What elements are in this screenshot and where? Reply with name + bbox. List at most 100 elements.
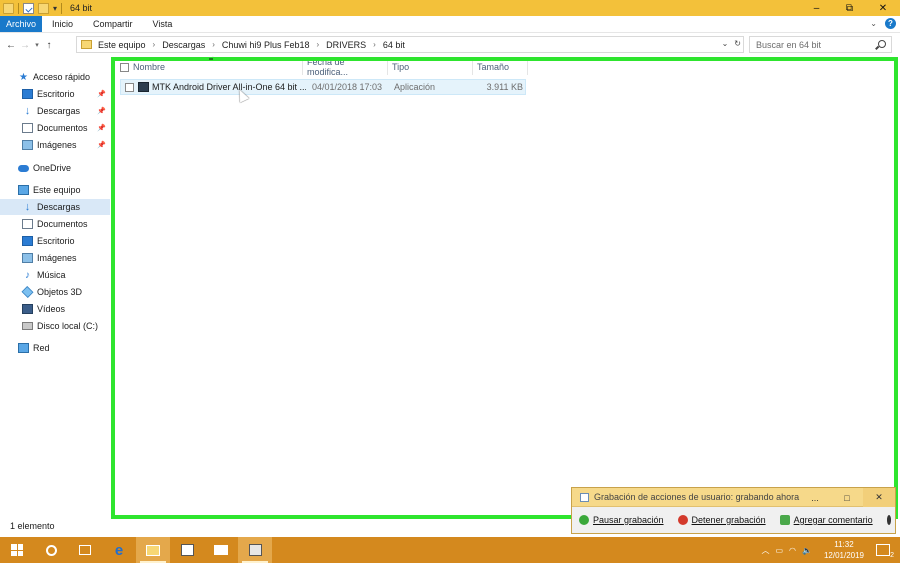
search-input[interactable]	[756, 39, 874, 50]
nav-quick-escritorio[interactable]: Escritorio 📌	[0, 86, 110, 102]
breadcrumb-separator-icon[interactable]: ›	[212, 40, 215, 49]
select-all-checkbox[interactable]	[120, 62, 129, 72]
power-icon[interactable]: ▭	[775, 546, 783, 555]
psr-maximize-button[interactable]: □	[831, 488, 863, 507]
nav-quick-descargas[interactable]: ↓ Descargas 📌	[0, 103, 110, 119]
address-bar[interactable]: Este equipo › Descargas › Chuwi hi9 Plus…	[76, 36, 744, 53]
up-arrow-icon[interactable]: ↑	[42, 40, 56, 51]
breadcrumb-item[interactable]: Chuwi hi9 Plus Feb18	[222, 40, 310, 50]
start-button[interactable]	[0, 537, 34, 563]
customize-toolbar-arrow-icon[interactable]: ▾	[53, 4, 57, 13]
nav-pc-imagenes[interactable]: Imágenes	[0, 250, 110, 266]
add-comment-button[interactable]: Agregar comentario	[779, 515, 873, 525]
cortana-circle-icon	[45, 544, 57, 556]
pin-icon[interactable]: 📌	[97, 107, 106, 115]
help-dropdown-icon[interactable]	[886, 515, 891, 525]
taskbar: e ︿ ▭ ◠ 🔈 11:32 12/01/2019 2	[0, 537, 900, 563]
file-explorer-icon	[146, 544, 160, 556]
nav-quick-documentos[interactable]: Documentos 📌	[0, 120, 110, 136]
tab-compartir[interactable]: Compartir	[83, 16, 143, 32]
cortana-button[interactable]	[34, 537, 68, 563]
file-row[interactable]: MTK Android Driver All-in-One 64 bit ...…	[120, 79, 526, 95]
file-name[interactable]: MTK Android Driver All-in-One 64 bit ...	[152, 82, 306, 92]
breadcrumb-separator-icon[interactable]: ›	[153, 40, 156, 49]
nav-label: Escritorio	[37, 89, 75, 99]
wifi-icon[interactable]: ◠	[789, 546, 796, 555]
navigation-bar: ← → ▾ ↑ Este equipo › Descargas › Chuwi …	[0, 34, 900, 56]
documents-icon	[22, 219, 33, 229]
breadcrumb-separator-icon[interactable]: ›	[316, 40, 319, 49]
column-size[interactable]: Tamaño	[473, 59, 528, 75]
nav-pc-videos[interactable]: Vídeos	[0, 301, 110, 317]
forward-arrow-icon[interactable]: →	[18, 40, 32, 51]
breadcrumb-item[interactable]: Descargas	[162, 40, 205, 50]
address-history-dropdown-icon[interactable]: ⌄	[722, 39, 729, 48]
close-button[interactable]: ✕	[866, 0, 900, 16]
pause-icon	[579, 515, 589, 525]
nav-pc-documentos[interactable]: Documentos	[0, 216, 110, 232]
new-folder-icon[interactable]	[38, 2, 49, 14]
file-type: Aplicación	[394, 82, 436, 92]
nav-label: Descargas	[37, 202, 81, 212]
search-box[interactable]	[749, 36, 892, 53]
pause-recording-button[interactable]: Pausar grabación	[579, 515, 664, 525]
restore-button[interactable]: ⧉	[833, 0, 866, 16]
taskbar-mail[interactable]	[204, 537, 238, 563]
properties-icon[interactable]	[23, 2, 34, 14]
recent-locations-dropdown-icon[interactable]: ▾	[32, 41, 42, 49]
breadcrumb-item[interactable]: Este equipo	[98, 40, 146, 50]
tab-inicio[interactable]: Inicio	[42, 16, 83, 32]
breadcrumb-item[interactable]: DRIVERS	[326, 40, 366, 50]
pin-icon[interactable]: 📌	[97, 90, 106, 98]
nav-label: Documentos	[37, 123, 88, 133]
back-arrow-icon[interactable]: ←	[4, 40, 18, 51]
network-icon	[18, 343, 29, 353]
taskbar-edge[interactable]: e	[102, 537, 136, 563]
column-label: Nombre	[133, 62, 166, 72]
tab-vista[interactable]: Vista	[143, 16, 183, 32]
show-hidden-icons-chevron-icon[interactable]: ︿	[761, 545, 769, 556]
clock-time: 11:32	[834, 540, 854, 549]
taskbar-steps-recorder[interactable]	[238, 537, 272, 563]
pin-icon[interactable]: 📌	[97, 141, 106, 149]
steps-recorder-icon	[248, 544, 262, 556]
nav-label: Este equipo	[33, 185, 81, 195]
system-tray: ︿ ▭ ◠ 🔈 11:32 12/01/2019 2	[761, 537, 900, 563]
clock[interactable]: 11:32 12/01/2019	[824, 539, 864, 561]
nav-pc-descargas[interactable]: ↓ Descargas	[0, 199, 110, 215]
folder-icon	[3, 2, 14, 14]
minimize-button[interactable]: –	[800, 0, 833, 16]
taskbar-store[interactable]	[170, 537, 204, 563]
nav-pc-musica[interactable]: ♪ Música	[0, 267, 110, 283]
nav-quick-imagenes[interactable]: Imágenes 📌	[0, 137, 110, 153]
nav-label: OneDrive	[33, 163, 72, 173]
search-icon[interactable]	[878, 40, 886, 48]
row-checkbox[interactable]	[125, 82, 134, 92]
task-view-button[interactable]	[68, 537, 102, 563]
expand-ribbon-chevron-icon[interactable]: ⌄	[870, 19, 877, 28]
pin-icon[interactable]: 📌	[97, 124, 106, 132]
psr-close-button[interactable]: ✕	[863, 488, 895, 507]
breadcrumb-item[interactable]: 64 bit	[383, 40, 405, 50]
nav-pc-escritorio[interactable]: Escritorio	[0, 233, 110, 249]
column-type[interactable]: Tipo	[388, 59, 473, 75]
nav-onedrive[interactable]: OneDrive	[0, 160, 110, 176]
nav-pc-disco-local[interactable]: Disco local (C:)	[0, 318, 110, 334]
nav-network[interactable]: Red	[0, 340, 110, 356]
help-icon[interactable]: ?	[885, 18, 896, 29]
nav-this-pc[interactable]: Este equipo	[0, 182, 110, 198]
folder-icon	[81, 40, 92, 49]
column-name[interactable]: Nombre	[114, 59, 303, 75]
nav-pc-objetos-3d[interactable]: Objetos 3D	[0, 284, 110, 300]
volume-icon[interactable]: 🔈	[802, 546, 812, 555]
psr-minimize-button[interactable]: ...	[799, 488, 831, 507]
stop-recording-button[interactable]: Detener grabación	[677, 515, 766, 525]
breadcrumb-separator-icon[interactable]: ›	[373, 40, 376, 49]
taskbar-file-explorer[interactable]	[136, 537, 170, 563]
3d-objects-icon	[21, 286, 34, 298]
refresh-icon[interactable]: ↻	[734, 39, 741, 48]
tab-archivo[interactable]: Archivo	[0, 16, 43, 32]
column-date[interactable]: Fecha de modifica...	[303, 57, 388, 77]
action-center-icon[interactable]: 2	[876, 544, 894, 559]
nav-quick-access[interactable]: ★ Acceso rápido	[0, 69, 110, 85]
